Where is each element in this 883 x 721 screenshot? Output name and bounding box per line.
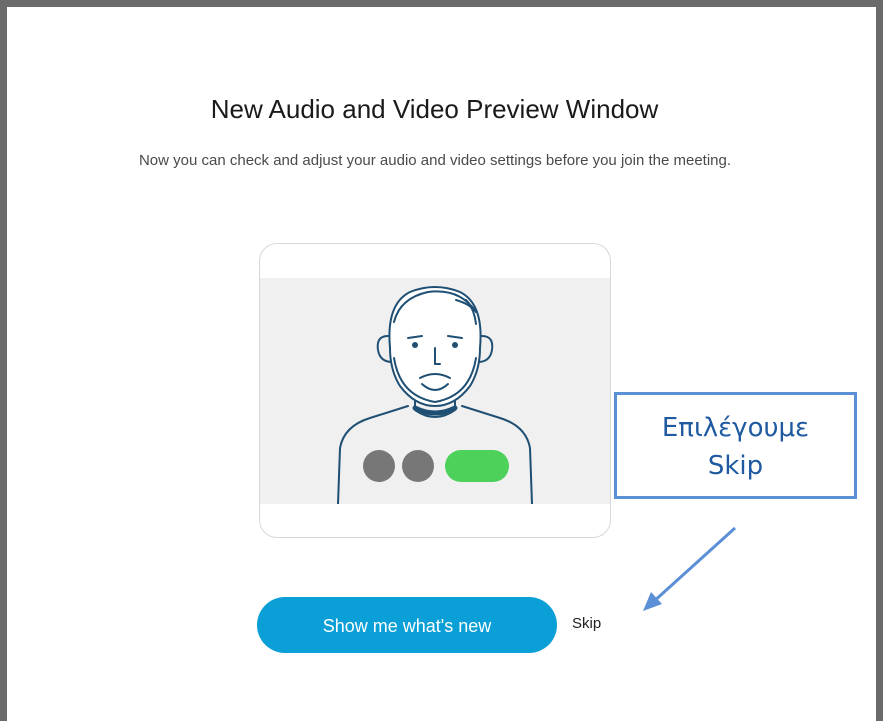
callout-line-1: Επιλέγουμε <box>661 413 810 443</box>
video-toggle <box>402 450 434 482</box>
mic-toggle <box>363 450 395 482</box>
skip-link[interactable]: Skip <box>572 615 601 632</box>
preview-card <box>259 243 611 538</box>
annotation-callout: Επιλέγουμε Skip <box>614 392 857 499</box>
preview-stage <box>260 278 610 504</box>
show-whats-new-button[interactable]: Show me what's new <box>257 597 557 653</box>
control-toggles <box>363 450 509 482</box>
callout-line-2: Skip <box>707 451 764 481</box>
dialog-subtitle: Now you can check and adjust your audio … <box>138 152 732 169</box>
audio-connect-toggle <box>445 450 509 482</box>
dialog-title: New Audio and Video Preview Window <box>210 94 659 124</box>
